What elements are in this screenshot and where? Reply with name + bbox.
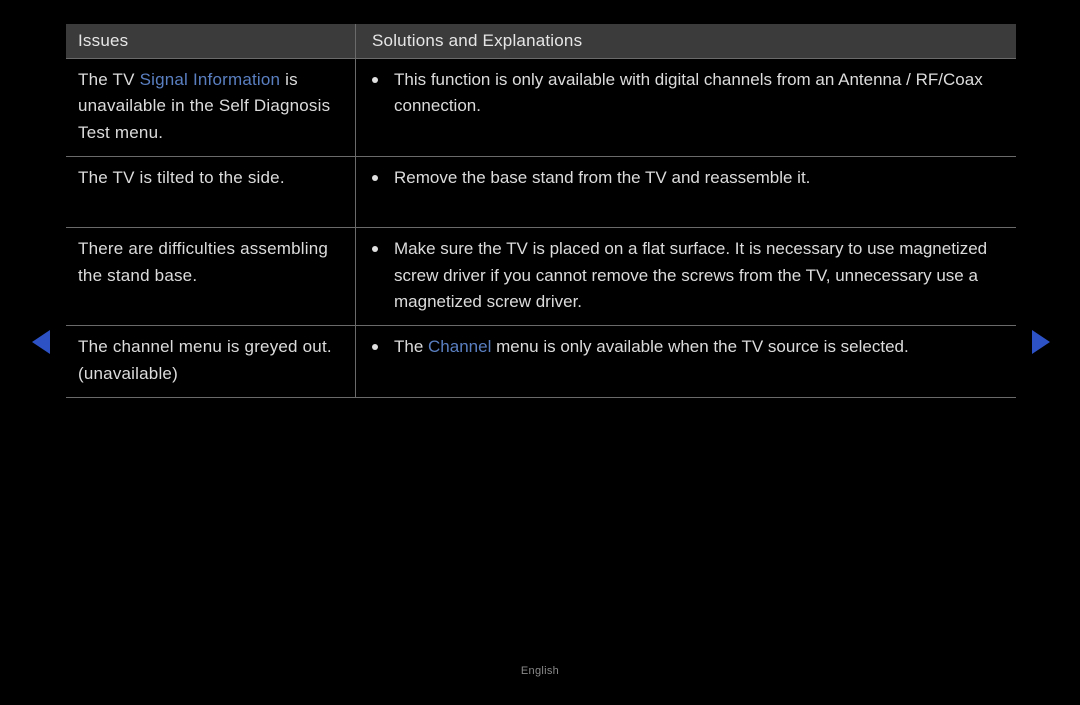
bullet-item: Remove the base stand from the TV and re… <box>372 165 1000 191</box>
table-header-row: Issues Solutions and Explanations <box>66 24 1016 59</box>
issue-text-pre: The channel menu is greyed out. (unavail… <box>78 337 332 382</box>
solution-text-post: menu is only available when the TV sourc… <box>491 337 908 356</box>
bullet-icon <box>372 175 378 181</box>
troubleshooting-table: Issues Solutions and Explanations The TV… <box>66 24 1016 398</box>
issue-cell: The TV is tilted to the side. <box>66 157 356 227</box>
header-solutions: Solutions and Explanations <box>356 24 1016 58</box>
bullet-item: This function is only available with dig… <box>372 67 1000 120</box>
table-row: The TV Signal Information is unavailable… <box>66 59 1016 157</box>
issue-text-pre: There are difficulties assembling the st… <box>78 239 328 284</box>
footer-language: English <box>0 665 1080 677</box>
bullet-item: Make sure the TV is placed on a flat sur… <box>372 236 1000 315</box>
solution-cell: This function is only available with dig… <box>356 59 1016 156</box>
issue-cell: There are difficulties assembling the st… <box>66 228 356 325</box>
table-row: The TV is tilted to the side. Remove the… <box>66 157 1016 228</box>
solution-text-pre: This function is only available with dig… <box>394 70 983 115</box>
issue-text-pre: The TV <box>78 70 140 89</box>
issue-cell: The channel menu is greyed out. (unavail… <box>66 326 356 397</box>
solution-cell: The Channel menu is only available when … <box>356 326 1016 397</box>
table-row: There are difficulties assembling the st… <box>66 228 1016 326</box>
bullet-icon <box>372 344 378 350</box>
solution-text-pre: Remove the base stand from the TV and re… <box>394 168 810 187</box>
nav-next-icon[interactable] <box>1032 330 1050 354</box>
bullet-icon <box>372 77 378 83</box>
bullet-item: The Channel menu is only available when … <box>372 334 1000 360</box>
issue-cell: The TV Signal Information is unavailable… <box>66 59 356 156</box>
solution-text-pre: Make sure the TV is placed on a flat sur… <box>394 239 987 311</box>
issue-text-pre: The TV is tilted to the side. <box>78 168 285 187</box>
nav-prev-icon[interactable] <box>32 330 50 354</box>
solution-text-accent: Channel <box>428 337 491 356</box>
header-issues: Issues <box>66 24 356 58</box>
table-row: The channel menu is greyed out. (unavail… <box>66 326 1016 398</box>
issue-text-accent: Signal Information <box>140 70 281 89</box>
solution-cell: Make sure the TV is placed on a flat sur… <box>356 228 1016 325</box>
bullet-icon <box>372 246 378 252</box>
solution-cell: Remove the base stand from the TV and re… <box>356 157 1016 227</box>
solution-text-pre: The <box>394 337 428 356</box>
